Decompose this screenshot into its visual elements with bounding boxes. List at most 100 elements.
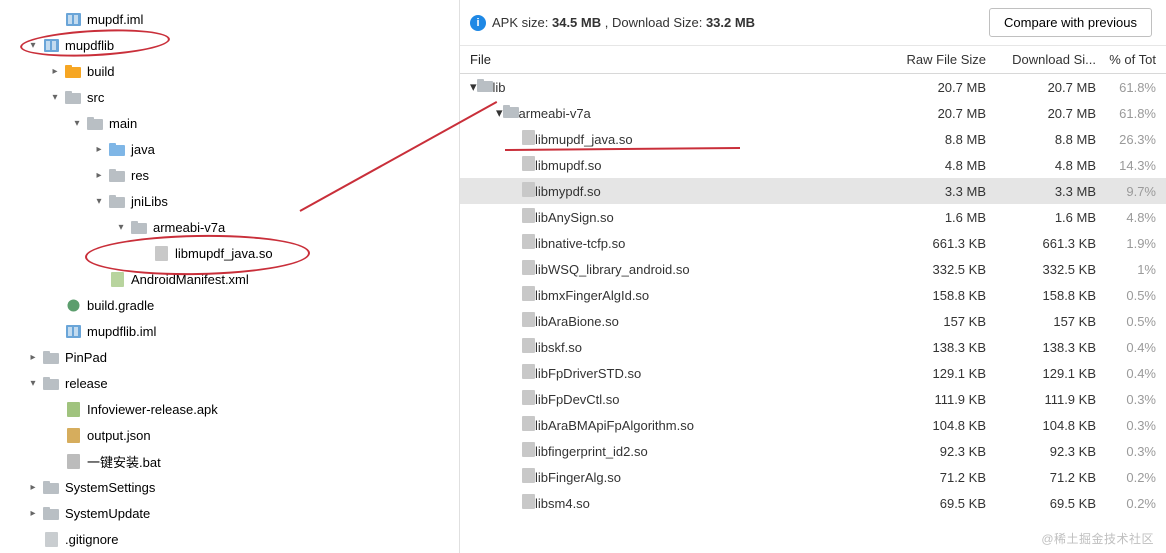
table-body: ▾lib20.7 MB20.7 MB61.8%▾armeabi-v7a20.7 … bbox=[460, 74, 1166, 516]
file-icon bbox=[522, 182, 535, 200]
tree-row[interactable]: Infoviewer-release.apk bbox=[0, 396, 459, 422]
percent: 1% bbox=[1102, 262, 1166, 277]
table-row[interactable]: libAnySign.so1.6 MB1.6 MB4.8% bbox=[460, 204, 1166, 230]
file-icon bbox=[108, 271, 126, 287]
table-row[interactable]: libnative-tcfp.so661.3 KB661.3 KB1.9% bbox=[460, 230, 1166, 256]
file-icon bbox=[522, 208, 535, 226]
expander-icon[interactable]: ▾ bbox=[26, 40, 40, 51]
raw-size: 20.7 MB bbox=[894, 106, 992, 121]
col-file-header[interactable]: File bbox=[460, 52, 894, 67]
percent: 0.2% bbox=[1102, 496, 1166, 511]
file-name: libmypdf.so bbox=[535, 184, 601, 199]
table-row[interactable]: libskf.so138.3 KB138.3 KB0.4% bbox=[460, 334, 1166, 360]
raw-size: 4.8 MB bbox=[894, 158, 992, 173]
tree-item-label: 一键安装.bat bbox=[87, 452, 161, 471]
apk-analyzer-panel: i APK size: 34.5 MB , Download Size: 33.… bbox=[460, 0, 1166, 553]
table-row[interactable]: libFpDriverSTD.so129.1 KB129.1 KB0.4% bbox=[460, 360, 1166, 386]
tree-row[interactable]: .gitignore bbox=[0, 526, 459, 552]
tree-row[interactable]: ▾armeabi-v7a bbox=[0, 214, 459, 240]
table-row[interactable]: libFpDevCtl.so111.9 KB111.9 KB0.3% bbox=[460, 386, 1166, 412]
raw-size: 138.3 KB bbox=[894, 340, 992, 355]
expander-icon[interactable]: ▾ bbox=[70, 118, 84, 129]
expander-icon[interactable]: ▸ bbox=[26, 352, 40, 363]
table-row[interactable]: libsm4.so69.5 KB69.5 KB0.2% bbox=[460, 490, 1166, 516]
tree-row[interactable]: ▸ res bbox=[0, 162, 459, 188]
tree-row[interactable]: ▸ SystemSettings bbox=[0, 474, 459, 500]
tree-item-label: libmupdf_java.so bbox=[175, 246, 273, 261]
tree-row[interactable]: output.json bbox=[0, 422, 459, 448]
tree-row[interactable]: ▾ jniLibs bbox=[0, 188, 459, 214]
table-row[interactable]: libAraBione.so157 KB157 KB0.5% bbox=[460, 308, 1166, 334]
table-row[interactable]: ▾lib20.7 MB20.7 MB61.8% bbox=[460, 74, 1166, 100]
raw-size: 158.8 KB bbox=[894, 288, 992, 303]
file-name: lib bbox=[493, 80, 506, 95]
tree-row[interactable]: 一键安装.bat bbox=[0, 448, 459, 474]
file-icon bbox=[522, 234, 535, 252]
expander-icon[interactable]: ▾ bbox=[26, 378, 40, 389]
folder-icon bbox=[108, 167, 126, 183]
tree-row[interactable]: AndroidManifest.xml bbox=[0, 266, 459, 292]
expander-icon[interactable]: ▾ bbox=[48, 92, 62, 103]
file-icon bbox=[522, 338, 535, 356]
table-row[interactable]: libAraBMApiFpAlgorithm.so104.8 KB104.8 K… bbox=[460, 412, 1166, 438]
percent: 0.4% bbox=[1102, 340, 1166, 355]
percent: 1.9% bbox=[1102, 236, 1166, 251]
download-size-label: , Download Size: bbox=[605, 15, 703, 30]
col-pct-header[interactable]: % of Tot bbox=[1102, 52, 1166, 67]
tree-item-label: jniLibs bbox=[131, 194, 168, 209]
tree-row[interactable]: ▸build bbox=[0, 58, 459, 84]
table-row[interactable]: libfingerprint_id2.so92.3 KB92.3 KB0.3% bbox=[460, 438, 1166, 464]
tree-row[interactable]: ▾main bbox=[0, 110, 459, 136]
folder-icon bbox=[42, 375, 60, 391]
file-name: libnative-tcfp.so bbox=[535, 236, 625, 251]
col-raw-header[interactable]: Raw File Size bbox=[894, 52, 992, 67]
download-size: 332.5 KB bbox=[992, 262, 1102, 277]
table-row[interactable]: libmxFingerAlgId.so158.8 KB158.8 KB0.5% bbox=[460, 282, 1166, 308]
file-name: libWSQ_library_android.so bbox=[535, 262, 690, 277]
folder-icon bbox=[64, 89, 82, 105]
expander-icon[interactable]: ▸ bbox=[26, 482, 40, 493]
file-name: libskf.so bbox=[535, 340, 582, 355]
table-row[interactable]: libmypdf.so3.3 MB3.3 MB9.7% bbox=[460, 178, 1166, 204]
expander-icon[interactable]: ▾ bbox=[92, 196, 106, 207]
download-size: 129.1 KB bbox=[992, 366, 1102, 381]
tree-item-label: mupdf.iml bbox=[87, 12, 143, 27]
expander-icon[interactable]: ▸ bbox=[92, 170, 106, 181]
tree-row[interactable]: ▸PinPad bbox=[0, 344, 459, 370]
project-tree[interactable]: mupdf.iml ▾ mupdflib ▸build▾src▾main ▸ java ▸ r… bbox=[0, 0, 460, 553]
file-icon bbox=[42, 531, 60, 547]
file-icon bbox=[64, 427, 82, 443]
tree-row[interactable]: libmupdf_java.so bbox=[0, 240, 459, 266]
tree-row[interactable]: ▸ SystemUpdate bbox=[0, 500, 459, 526]
expander-icon[interactable]: ▸ bbox=[26, 508, 40, 519]
expander-icon[interactable]: ▸ bbox=[48, 66, 62, 77]
tree-row[interactable]: ▾release bbox=[0, 370, 459, 396]
tree-row[interactable]: ▾src bbox=[0, 84, 459, 110]
col-dl-header[interactable]: Download Si... bbox=[992, 52, 1102, 67]
tree-row[interactable]: ▸ java bbox=[0, 136, 459, 162]
tree-item-label: java bbox=[131, 142, 155, 157]
folder-icon bbox=[503, 105, 519, 121]
file-name: libmupdf.so bbox=[535, 158, 601, 173]
tree-item-label: SystemUpdate bbox=[65, 506, 150, 521]
tree-item-label: SystemSettings bbox=[65, 480, 155, 495]
expander-icon[interactable]: ▸ bbox=[92, 144, 106, 155]
raw-size: 129.1 KB bbox=[894, 366, 992, 381]
download-size: 157 KB bbox=[992, 314, 1102, 329]
table-row[interactable]: libFingerAlg.so71.2 KB71.2 KB0.2% bbox=[460, 464, 1166, 490]
table-row[interactable]: libmupdf.so4.8 MB4.8 MB14.3% bbox=[460, 152, 1166, 178]
tree-row[interactable]: build.gradle bbox=[0, 292, 459, 318]
tree-item-label: res bbox=[131, 168, 149, 183]
tree-row[interactable]: mupdf.iml bbox=[0, 6, 459, 32]
compare-button[interactable]: Compare with previous bbox=[989, 8, 1152, 37]
expander-icon[interactable]: ▾ bbox=[114, 222, 128, 233]
tree-item-label: mupdflib bbox=[65, 38, 114, 53]
table-row[interactable]: ▾armeabi-v7a20.7 MB20.7 MB61.8% bbox=[460, 100, 1166, 126]
watermark: @稀土掘金技术社区 bbox=[1041, 530, 1154, 547]
tree-row[interactable]: ▾ mupdflib bbox=[0, 32, 459, 58]
table-row[interactable]: libmupdf_java.so8.8 MB8.8 MB26.3% bbox=[460, 126, 1166, 152]
table-row[interactable]: libWSQ_library_android.so332.5 KB332.5 K… bbox=[460, 256, 1166, 282]
percent: 0.3% bbox=[1102, 444, 1166, 459]
file-icon bbox=[522, 468, 535, 486]
tree-row[interactable]: mupdflib.iml bbox=[0, 318, 459, 344]
